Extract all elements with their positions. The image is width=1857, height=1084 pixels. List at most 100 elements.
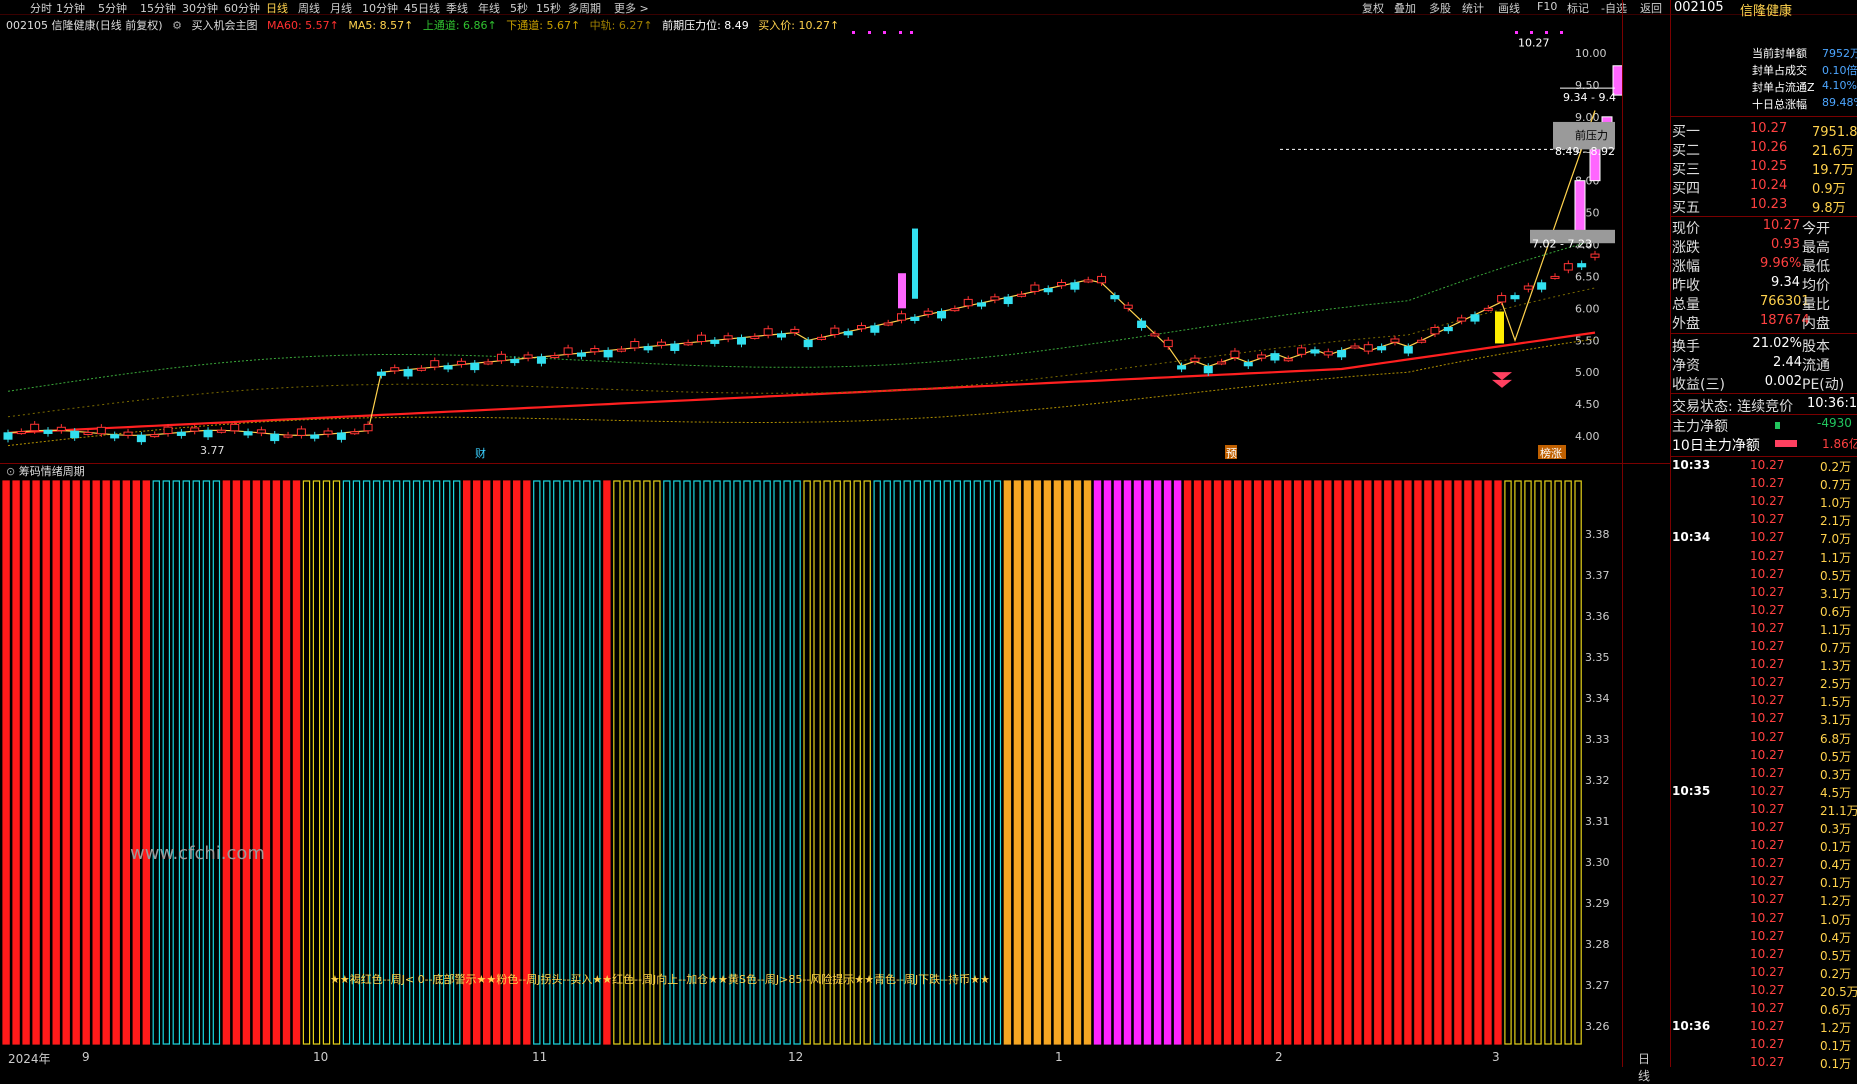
tick-row: 10.27 3.1万 bbox=[1672, 585, 1857, 604]
indicator-bar bbox=[933, 480, 942, 1045]
tab-timeframe[interactable]: 季线 bbox=[446, 0, 468, 16]
tick-price: 10.27 bbox=[1750, 530, 1785, 545]
indicator-bar bbox=[1293, 480, 1302, 1045]
indicator-bar bbox=[743, 480, 751, 1045]
zone-label: 9.34 - 9.4 bbox=[1563, 91, 1616, 104]
toolbar-button[interactable]: 返回 bbox=[1640, 0, 1662, 16]
toolbar-button[interactable]: 多股 bbox=[1429, 0, 1451, 16]
tick-price: 10.27 bbox=[1750, 602, 1785, 617]
indicator-axis-label: 3.32 bbox=[1585, 774, 1610, 787]
candle-body bbox=[1083, 279, 1093, 283]
divider bbox=[1670, 393, 1857, 394]
tick-price: 10.27 bbox=[1750, 801, 1785, 816]
candle-body bbox=[736, 337, 746, 345]
bid-row[interactable]: 买一 10.27 7951.8万 bbox=[1672, 121, 1857, 140]
tab-timeframe[interactable]: 10分钟 bbox=[362, 0, 398, 16]
indicator-title[interactable]: ⊙ 筹码情绪周期 bbox=[6, 463, 85, 479]
tick-row: 10.27 21.1万 bbox=[1672, 802, 1857, 821]
divider bbox=[1670, 414, 1857, 415]
tick-row: 10.27 1.0万 bbox=[1672, 911, 1857, 930]
toolbar-button[interactable]: 复权 bbox=[1362, 0, 1384, 16]
toolbar-button[interactable]: 画线 bbox=[1498, 0, 1520, 16]
tick-volume: 1.5万 bbox=[1820, 695, 1852, 710]
bid-row[interactable]: 买三 10.25 19.7万 bbox=[1672, 159, 1857, 178]
tab-timeframe[interactable]: 15秒 bbox=[536, 0, 561, 16]
indicator-bar bbox=[1193, 480, 1202, 1045]
indicator-bar bbox=[813, 480, 821, 1045]
indicator-bar bbox=[1253, 480, 1262, 1045]
tick-row: 10.27 0.4万 bbox=[1672, 929, 1857, 948]
collapse-icon[interactable]: ⊙ bbox=[6, 465, 15, 478]
indicator-bar bbox=[1033, 480, 1042, 1045]
tab-timeframe[interactable]: 5秒 bbox=[510, 0, 528, 16]
signal-candle bbox=[1495, 311, 1504, 344]
candle-body bbox=[1057, 281, 1067, 287]
tick-row: 10.27 0.6万 bbox=[1672, 603, 1857, 622]
bid-label: 买四 bbox=[1672, 181, 1700, 197]
status-label: 交易状态: 连续竞价 bbox=[1672, 399, 1794, 415]
tick-volume: 1.0万 bbox=[1820, 912, 1852, 927]
tab-timeframe[interactable]: 1分钟 bbox=[56, 0, 85, 16]
toolbar-button[interactable]: 标记 bbox=[1567, 0, 1589, 16]
tick-row: 10.27 0.7万 bbox=[1672, 639, 1857, 658]
quote-value: 0.93 bbox=[1771, 237, 1800, 252]
tick-price: 10.27 bbox=[1750, 476, 1785, 491]
quote-label: 外盘 bbox=[1672, 316, 1700, 332]
tab-timeframe[interactable]: 60分钟 bbox=[224, 0, 260, 16]
candle-body bbox=[1377, 346, 1387, 351]
indicator-bar bbox=[2, 480, 10, 1045]
tab-timeframe[interactable]: 月线 bbox=[330, 0, 352, 16]
tab-timeframe[interactable]: 45日线 bbox=[404, 0, 440, 16]
tick-time: 10:35 bbox=[1672, 783, 1711, 798]
tick-price: 10.27 bbox=[1750, 765, 1785, 780]
bid-price: 10.25 bbox=[1750, 159, 1788, 174]
tick-price: 10.27 bbox=[1750, 910, 1785, 925]
bid-row[interactable]: 买二 10.26 21.6万 bbox=[1672, 140, 1857, 159]
candle-body bbox=[470, 362, 480, 371]
tick-volume: 3.1万 bbox=[1820, 713, 1852, 728]
toolbar-button[interactable]: 叠加 bbox=[1394, 0, 1416, 16]
tab-timeframe[interactable]: 日线 bbox=[266, 0, 288, 16]
bid-row[interactable]: 买五 10.23 9.8万 bbox=[1672, 197, 1857, 216]
quote-label: 今开 bbox=[1802, 221, 1830, 237]
upper-channel-line bbox=[7, 239, 1596, 392]
indicator-bar bbox=[1263, 480, 1272, 1045]
indicator-bar bbox=[673, 480, 681, 1045]
candle-body bbox=[243, 431, 253, 436]
tab-timeframe[interactable]: 30分钟 bbox=[182, 0, 218, 16]
tick-row: 10:35 10.27 4.5万 bbox=[1672, 784, 1857, 803]
tab-timeframe[interactable]: 年线 bbox=[478, 0, 500, 16]
tab-timeframe[interactable]: 15分钟 bbox=[140, 0, 176, 16]
bid-row[interactable]: 买四 10.24 0.9万 bbox=[1672, 178, 1857, 197]
tick-price: 10.27 bbox=[1750, 1055, 1785, 1070]
tick-time: 10:34 bbox=[1672, 530, 1711, 545]
toolbar-button[interactable]: -自选 bbox=[1601, 0, 1627, 16]
bid-label: 买一 bbox=[1672, 124, 1700, 140]
tick-price: 10.27 bbox=[1750, 639, 1785, 653]
tick-row: 10.27 0.1万 bbox=[1672, 874, 1857, 893]
price-axis-label: 6.50 bbox=[1575, 270, 1600, 283]
tab-timeframe[interactable]: 5分钟 bbox=[98, 0, 127, 16]
indicator-bar bbox=[1464, 480, 1472, 1045]
top-toolbar: 分时 1分钟 5分钟 15分钟 30分钟 60分钟 日线 周线 月线 10分钟 45日线 季线 年线 5秒… bbox=[0, 0, 1857, 15]
candle-body bbox=[416, 367, 426, 371]
indicator-axis-label: 3.37 bbox=[1585, 569, 1610, 582]
quote-value: 9.34 bbox=[1771, 275, 1800, 290]
indicator-bar bbox=[663, 480, 671, 1045]
candlestick-chart[interactable]: 10.009.509.008.508.007.507.006.506.005.5… bbox=[0, 17, 1622, 463]
tab-timeframe[interactable]: 多周期 bbox=[568, 0, 601, 16]
indicator-axis-label: 3.36 bbox=[1585, 610, 1610, 623]
indicator-bar bbox=[1073, 480, 1082, 1045]
candle-body bbox=[536, 356, 546, 364]
toolbar-button[interactable]: 统计 bbox=[1462, 0, 1484, 16]
tab-timeframe[interactable]: 分时 bbox=[30, 0, 52, 16]
indicator-bar bbox=[1083, 480, 1092, 1045]
tab-timeframe[interactable]: 周线 bbox=[298, 0, 320, 16]
tab-timeframe[interactable]: 更多 > bbox=[614, 0, 649, 16]
chip-sentiment-indicator[interactable]: 3.38 3.37 3.36 3.35 3.34 3.33 3.32 3.31 3.30 3.29… bbox=[0, 478, 1622, 1050]
candle-body bbox=[1510, 295, 1520, 300]
toolbar-button[interactable]: F10 bbox=[1537, 0, 1557, 13]
tick-volume: 1.2万 bbox=[1820, 1021, 1852, 1036]
low-label: 3.77 bbox=[200, 444, 225, 457]
candle-body bbox=[1363, 344, 1373, 352]
